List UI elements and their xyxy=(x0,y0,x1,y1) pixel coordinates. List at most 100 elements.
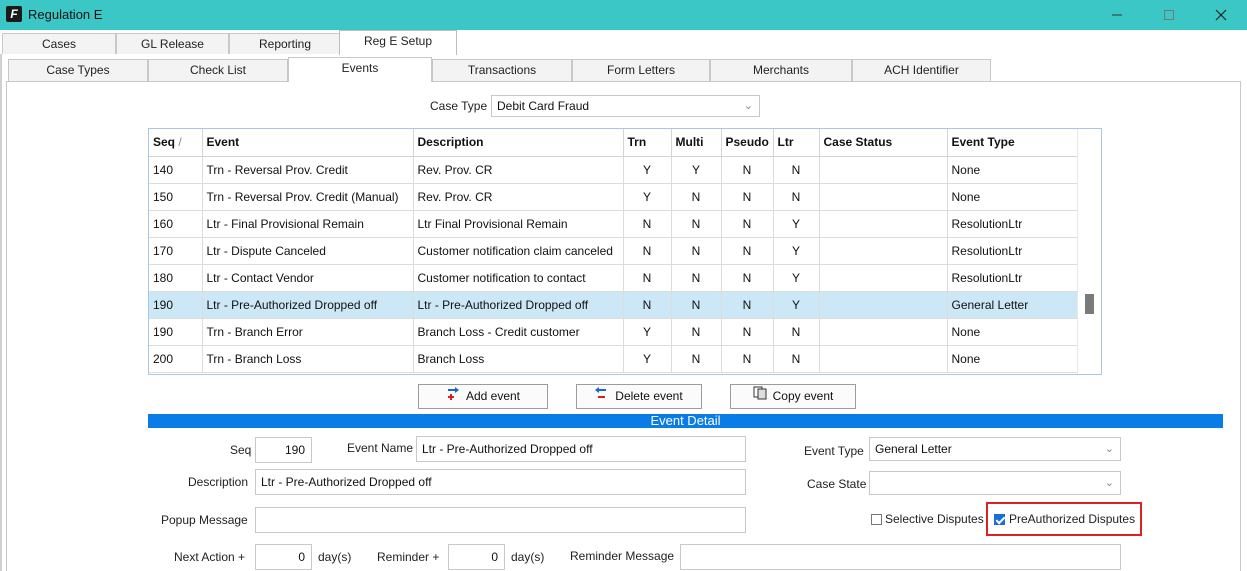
cell-ltr: Y xyxy=(773,210,820,238)
scrollbar-thumb[interactable] xyxy=(1085,294,1094,314)
tab-merchants[interactable]: Merchants xyxy=(710,59,852,81)
events-grid[interactable]: Seq / Event Description Trn Multi Pseudo… xyxy=(148,128,1102,375)
tab-cases[interactable]: Cases xyxy=(2,33,116,54)
grid-header-row: Seq / Event Description Trn Multi Pseudo… xyxy=(149,129,1080,157)
cell-event: Trn - Reversal Prov. Credit (Manual) xyxy=(202,183,414,211)
table-row[interactable]: 140 Trn - Reversal Prov. Credit Rev. Pro… xyxy=(149,156,1080,184)
cell-multi: N xyxy=(671,345,722,373)
description-field[interactable]: Ltr - Pre-Authorized Dropped off xyxy=(255,469,746,495)
chevron-down-icon: ⌄ xyxy=(743,100,753,112)
case-type-select[interactable]: Debit Card Fraud ⌄ xyxy=(491,95,760,117)
cell-seq: 150 xyxy=(149,183,203,211)
event-type-select[interactable]: General Letter ⌄ xyxy=(869,437,1121,461)
cell-event: Trn - Branch Error xyxy=(202,318,414,346)
column-header-ltr[interactable]: Ltr xyxy=(773,129,820,157)
column-header-event[interactable]: Event xyxy=(202,129,414,157)
selective-disputes-checkbox[interactable] xyxy=(871,514,882,525)
chevron-down-icon: ⌄ xyxy=(1104,477,1114,489)
reminder-field[interactable]: 0 xyxy=(448,544,505,570)
minimize-icon xyxy=(1112,14,1122,16)
copy-icon xyxy=(753,385,769,408)
copy-event-button[interactable]: Copy event xyxy=(730,384,856,409)
cell-case-status xyxy=(819,183,948,211)
column-header-pseudo[interactable]: Pseudo xyxy=(721,129,774,157)
column-header-event-type[interactable]: Event Type xyxy=(947,129,1080,157)
column-header-multi[interactable]: Multi xyxy=(671,129,722,157)
table-row[interactable]: 200 Trn - Branch Loss Branch Loss Y N N … xyxy=(149,345,1080,373)
cell-description: Rev. Prov. CR xyxy=(413,183,624,211)
reminder-label: Reminder + xyxy=(377,550,440,564)
cell-trn: N xyxy=(623,291,672,319)
tab-check-list[interactable]: Check List xyxy=(148,59,288,81)
cell-ltr: Y xyxy=(773,264,820,292)
column-header-seq[interactable]: Seq / xyxy=(149,129,203,157)
tab-gl-release[interactable]: GL Release xyxy=(116,33,229,54)
column-header-case-status[interactable]: Case Status xyxy=(819,129,948,157)
cell-trn: Y xyxy=(623,345,672,373)
cell-event: Trn - Reversal Prov. Credit xyxy=(202,156,414,184)
cell-multi: N xyxy=(671,291,722,319)
reminder-message-label: Reminder Message xyxy=(570,549,675,563)
delete-event-button[interactable]: Delete event xyxy=(576,384,702,409)
preauthorized-disputes-checkbox[interactable] xyxy=(994,514,1005,525)
cell-trn: Y xyxy=(623,183,672,211)
cell-ltr: N xyxy=(773,318,820,346)
minimize-button[interactable] xyxy=(1094,0,1140,30)
popup-message-field[interactable] xyxy=(255,507,746,533)
cell-multi: N xyxy=(671,264,722,292)
case-state-select[interactable]: ⌄ xyxy=(869,471,1121,495)
table-row[interactable]: 180 Ltr - Contact Vendor Customer notifi… xyxy=(149,264,1080,292)
next-action-label: Next Action + xyxy=(174,550,246,564)
cell-trn: Y xyxy=(623,318,672,346)
cell-event: Trn - Branch Loss xyxy=(202,345,414,373)
cell-description: Customer notification claim canceled xyxy=(413,237,624,265)
column-header-trn[interactable]: Trn xyxy=(623,129,672,157)
event-detail-header: Event Detail xyxy=(148,414,1223,428)
cell-ltr: N xyxy=(773,345,820,373)
table-row[interactable]: 160 Ltr - Final Provisional Remain Ltr F… xyxy=(149,210,1080,238)
cell-event: Ltr - Final Provisional Remain xyxy=(202,210,414,238)
cell-seq: 180 xyxy=(149,264,203,292)
table-row-selected[interactable]: 190 Ltr - Pre-Authorized Dropped off Ltr… xyxy=(149,291,1080,319)
tab-ach-identifier[interactable]: ACH Identifier xyxy=(852,59,991,81)
cell-event-type: None xyxy=(947,318,1080,346)
cell-ltr: Y xyxy=(773,291,820,319)
tab-events[interactable]: Events xyxy=(288,57,432,82)
cell-seq: 160 xyxy=(149,210,203,238)
reminder-message-field[interactable] xyxy=(680,544,1121,570)
table-row[interactable]: 190 Trn - Branch Error Branch Loss - Cre… xyxy=(149,318,1080,346)
cell-event-type: ResolutionLtr xyxy=(947,210,1080,238)
column-header-label: Seq xyxy=(153,135,176,150)
cell-multi: Y xyxy=(671,156,722,184)
selective-disputes-label[interactable]: Selective Disputes xyxy=(885,512,984,526)
cell-ltr: N xyxy=(773,156,820,184)
cell-description: Branch Loss xyxy=(413,345,624,373)
tab-reporting[interactable]: Reporting xyxy=(229,33,341,54)
window-title: Regulation E xyxy=(28,7,103,22)
column-header-description[interactable]: Description xyxy=(413,129,624,157)
maximize-button[interactable] xyxy=(1146,0,1192,30)
close-button[interactable] xyxy=(1198,0,1244,30)
event-name-field[interactable]: Ltr - Pre-Authorized Dropped off xyxy=(416,436,746,462)
chevron-down-icon: ⌄ xyxy=(1104,443,1114,455)
tab-transactions[interactable]: Transactions xyxy=(432,59,572,81)
tab-form-letters[interactable]: Form Letters xyxy=(572,59,710,81)
grid-vertical-scrollbar[interactable] xyxy=(1077,129,1101,374)
cell-pseudo: N xyxy=(721,264,774,292)
cell-pseudo: N xyxy=(721,210,774,238)
table-row[interactable]: 150 Trn - Reversal Prov. Credit (Manual)… xyxy=(149,183,1080,211)
cell-pseudo: N xyxy=(721,183,774,211)
preauthorized-disputes-label[interactable]: PreAuthorized Disputes xyxy=(1009,512,1135,526)
tab-reg-e-setup[interactable]: Reg E Setup xyxy=(339,30,457,55)
next-action-field[interactable]: 0 xyxy=(255,544,312,570)
add-event-button[interactable]: Add event xyxy=(418,384,548,409)
cell-multi: N xyxy=(671,183,722,211)
event-type-label: Event Type xyxy=(804,444,864,458)
add-event-label: Add event xyxy=(465,389,521,403)
cell-description: Branch Loss - Credit customer xyxy=(413,318,624,346)
cell-ltr: Y xyxy=(773,237,820,265)
cell-description: Ltr Final Provisional Remain xyxy=(413,210,624,238)
seq-field[interactable]: 190 xyxy=(255,437,312,463)
tab-case-types[interactable]: Case Types xyxy=(8,59,148,81)
table-row[interactable]: 170 Ltr - Dispute Canceled Customer noti… xyxy=(149,237,1080,265)
